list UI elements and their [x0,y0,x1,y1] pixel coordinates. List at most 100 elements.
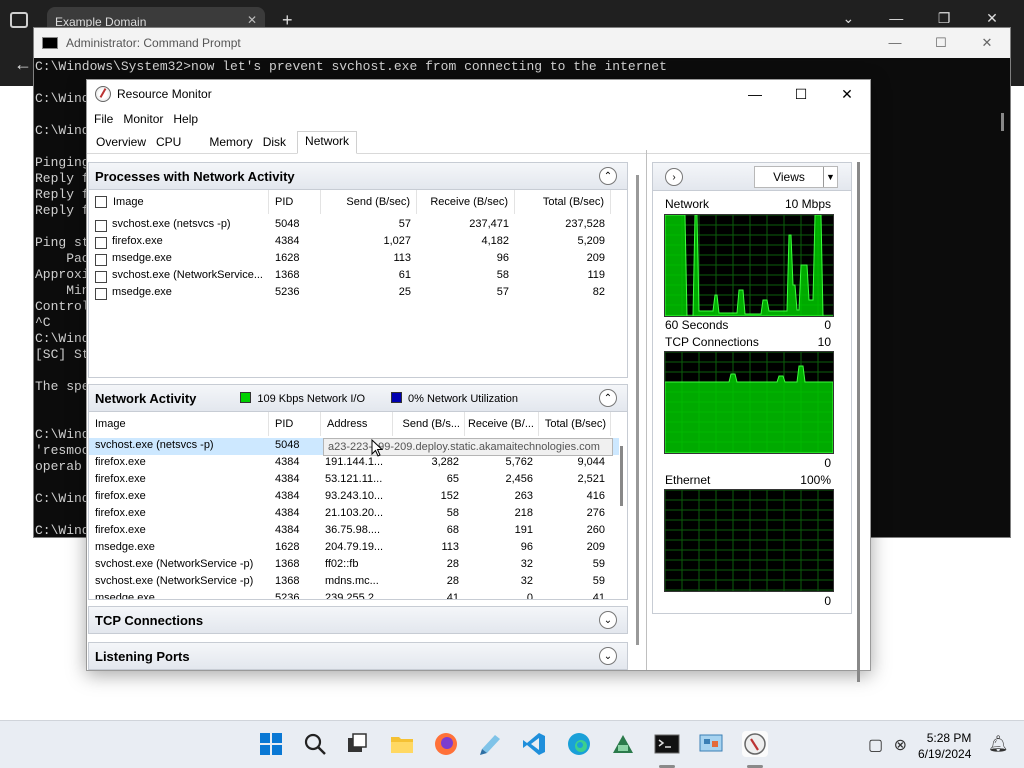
col-header-send[interactable]: Send (B/s... [393,412,465,436]
col-header-image[interactable]: Image [89,412,269,436]
scroll-thumb[interactable] [620,446,623,506]
firefox-icon[interactable] [433,731,459,757]
cmd-maximize-button[interactable]: ☐ [918,35,964,51]
table-row[interactable]: firefox.exe 4384 53.121.11... 65 2,456 2,521 [89,472,619,489]
cell-image: firefox.exe [112,235,163,247]
resource-monitor-window[interactable]: Resource Monitor — ☐ ✕ File Monitor Help… [86,79,871,682]
cell-pid: 1368 [275,558,300,570]
scroll-thumb[interactable] [636,175,639,645]
system-tray[interactable]: ▢ ⊗ [868,735,907,755]
collapse-icon[interactable]: ⌃ [599,167,617,185]
table-row[interactable]: firefox.exe 4384 191.144.1... 3,282 5,762 9,0… [89,455,619,472]
tcp-graph-plot [665,352,833,453]
expand-icon[interactable]: ⌄ [599,647,617,665]
graphs-pane-header: › Views ▼ [653,163,851,191]
back-button[interactable]: ← [14,54,32,75]
left-pane-scrollbar[interactable] [636,175,640,645]
start-icon[interactable] [258,731,284,757]
terminal-icon[interactable] [654,731,680,757]
browser-window-controls: ⌄ — ❐ ✕ [826,10,1014,27]
row-checkbox[interactable] [95,288,107,300]
table-row[interactable]: firefox.exe 4384 1,027 4,182 5,209 [89,234,627,251]
app-icon[interactable] [610,731,636,757]
pane-divider[interactable] [646,150,647,670]
col-header-pid[interactable]: PID [269,190,321,214]
menu-help[interactable]: Help [168,112,203,126]
menu-monitor[interactable]: Monitor [118,112,168,126]
table-row[interactable]: firefox.exe 4384 36.75.98.... 68 191 260 [89,523,619,540]
cell-receive: 57 [496,286,509,298]
resmon-maximize-button[interactable]: ☐ [778,80,824,108]
network-activity-panel-header[interactable]: Network Activity 109 Kbps Network I/O 0%… [88,384,628,412]
resmon-close-button[interactable]: ✕ [824,80,870,108]
notepad-icon[interactable] [477,731,503,757]
task-view-icon[interactable] [344,731,370,757]
file-explorer-icon[interactable] [389,731,415,757]
row-checkbox[interactable] [95,271,107,283]
table-row[interactable]: svchost.exe (NetworkService -p) 1368 ff02:… [89,557,619,574]
right-pane-scrollbar[interactable] [854,162,864,682]
vscode-icon[interactable] [521,731,547,757]
table-row[interactable]: firefox.exe 4384 21.103.20... 58 218 276 [89,506,619,523]
cell-receive: 263 [514,490,533,502]
minimize-button[interactable]: — [874,10,918,26]
clock[interactable]: 5:28 PM 6/19/2024 [918,730,971,762]
table-row[interactable]: msedge.exe 1628 113 96 209 [89,251,627,268]
select-all-checkbox[interactable] [95,196,107,208]
cell-pid: 5236 [275,592,300,600]
col-header-send[interactable]: Send (B/sec) [321,190,417,214]
table-row[interactable]: msedge.exe 5236 25 57 82 [89,285,627,302]
tab-cpu[interactable]: CPU [151,132,186,153]
cmd-scroll-thumb[interactable] [1001,113,1004,131]
expand-icon[interactable]: ⌄ [599,611,617,629]
col-header-receive[interactable]: Receive (B/sec) [417,190,515,214]
cmd-close-button[interactable]: ✕ [964,35,1010,51]
volume-muted-icon[interactable]: ⊗ [894,737,907,754]
tab-memory[interactable]: Memory [204,132,257,153]
cell-image: svchost.exe (NetworkService... [112,269,263,281]
tab-network[interactable]: Network [297,131,358,154]
search-icon[interactable] [302,731,328,757]
collapse-icon[interactable]: ⌃ [599,389,617,407]
cell-address: 204.79.19... [325,541,384,553]
col-header-total[interactable]: Total (B/sec) [515,190,611,214]
col-header-address[interactable]: Address [321,412,393,436]
col-header-pid[interactable]: PID [269,412,321,436]
col-header-image[interactable]: Image [89,190,269,214]
row-checkbox[interactable] [95,254,107,266]
col-header-receive[interactable]: Receive (B/... [465,412,539,436]
menu-file[interactable]: File [89,112,118,126]
expand-pane-icon[interactable]: › [665,168,683,186]
edge-icon[interactable] [566,731,592,757]
network-util-legend: 0% Network Utilization [391,391,518,405]
col-header-total[interactable]: Total (B/sec) [539,412,611,436]
tab-disk[interactable]: Disk [258,132,291,153]
resource-monitor-taskbar-icon[interactable] [742,731,768,757]
tab-overview[interactable]: Overview [91,132,151,153]
notification-bell-icon[interactable]: 🔔︎ [988,734,1008,754]
cmd-minimize-button[interactable]: — [872,35,918,51]
listening-ports-panel-header[interactable]: Listening Ports ⌄ [88,642,628,670]
table-row[interactable]: msedge.exe 1628 204.79.19... 113 96 209 [89,540,619,557]
graph-max-tcp: 10 [817,335,831,349]
views-dropdown[interactable]: Views ▼ [754,166,838,188]
restore-button[interactable]: ❐ [922,10,966,27]
tab-actions-icon[interactable] [10,12,28,28]
table-row[interactable]: svchost.exe (netsvcs -p) 5048 57 237,471 237… [89,217,627,234]
table-row[interactable]: svchost.exe (NetworkService... 1368 61 58 11… [89,268,627,285]
dropdown-icon[interactable]: ⌄ [826,10,870,27]
table-row[interactable]: firefox.exe 4384 93.243.10... 152 263 416 [89,489,619,506]
tab-close-icon[interactable]: ✕ [247,13,257,27]
table-row[interactable]: svchost.exe (NetworkService -p) 1368 mdns.… [89,574,619,591]
row-checkbox[interactable] [95,237,107,249]
scroll-thumb[interactable] [857,162,860,682]
tcp-connections-panel-header[interactable]: TCP Connections ⌄ [88,606,628,634]
close-button[interactable]: ✕ [970,10,1014,27]
resmon-minimize-button[interactable]: — [732,80,778,108]
row-checkbox[interactable] [95,220,107,232]
processes-panel-header[interactable]: Processes with Network Activity ⌃ [88,162,628,190]
cmd-scrollbar[interactable] [996,58,1010,537]
network-icon[interactable]: ▢ [868,737,883,754]
control-panel-icon[interactable] [698,731,724,757]
table-row[interactable]: msedge.exe 5236 239.255.2... 41 0 41 [89,591,619,600]
